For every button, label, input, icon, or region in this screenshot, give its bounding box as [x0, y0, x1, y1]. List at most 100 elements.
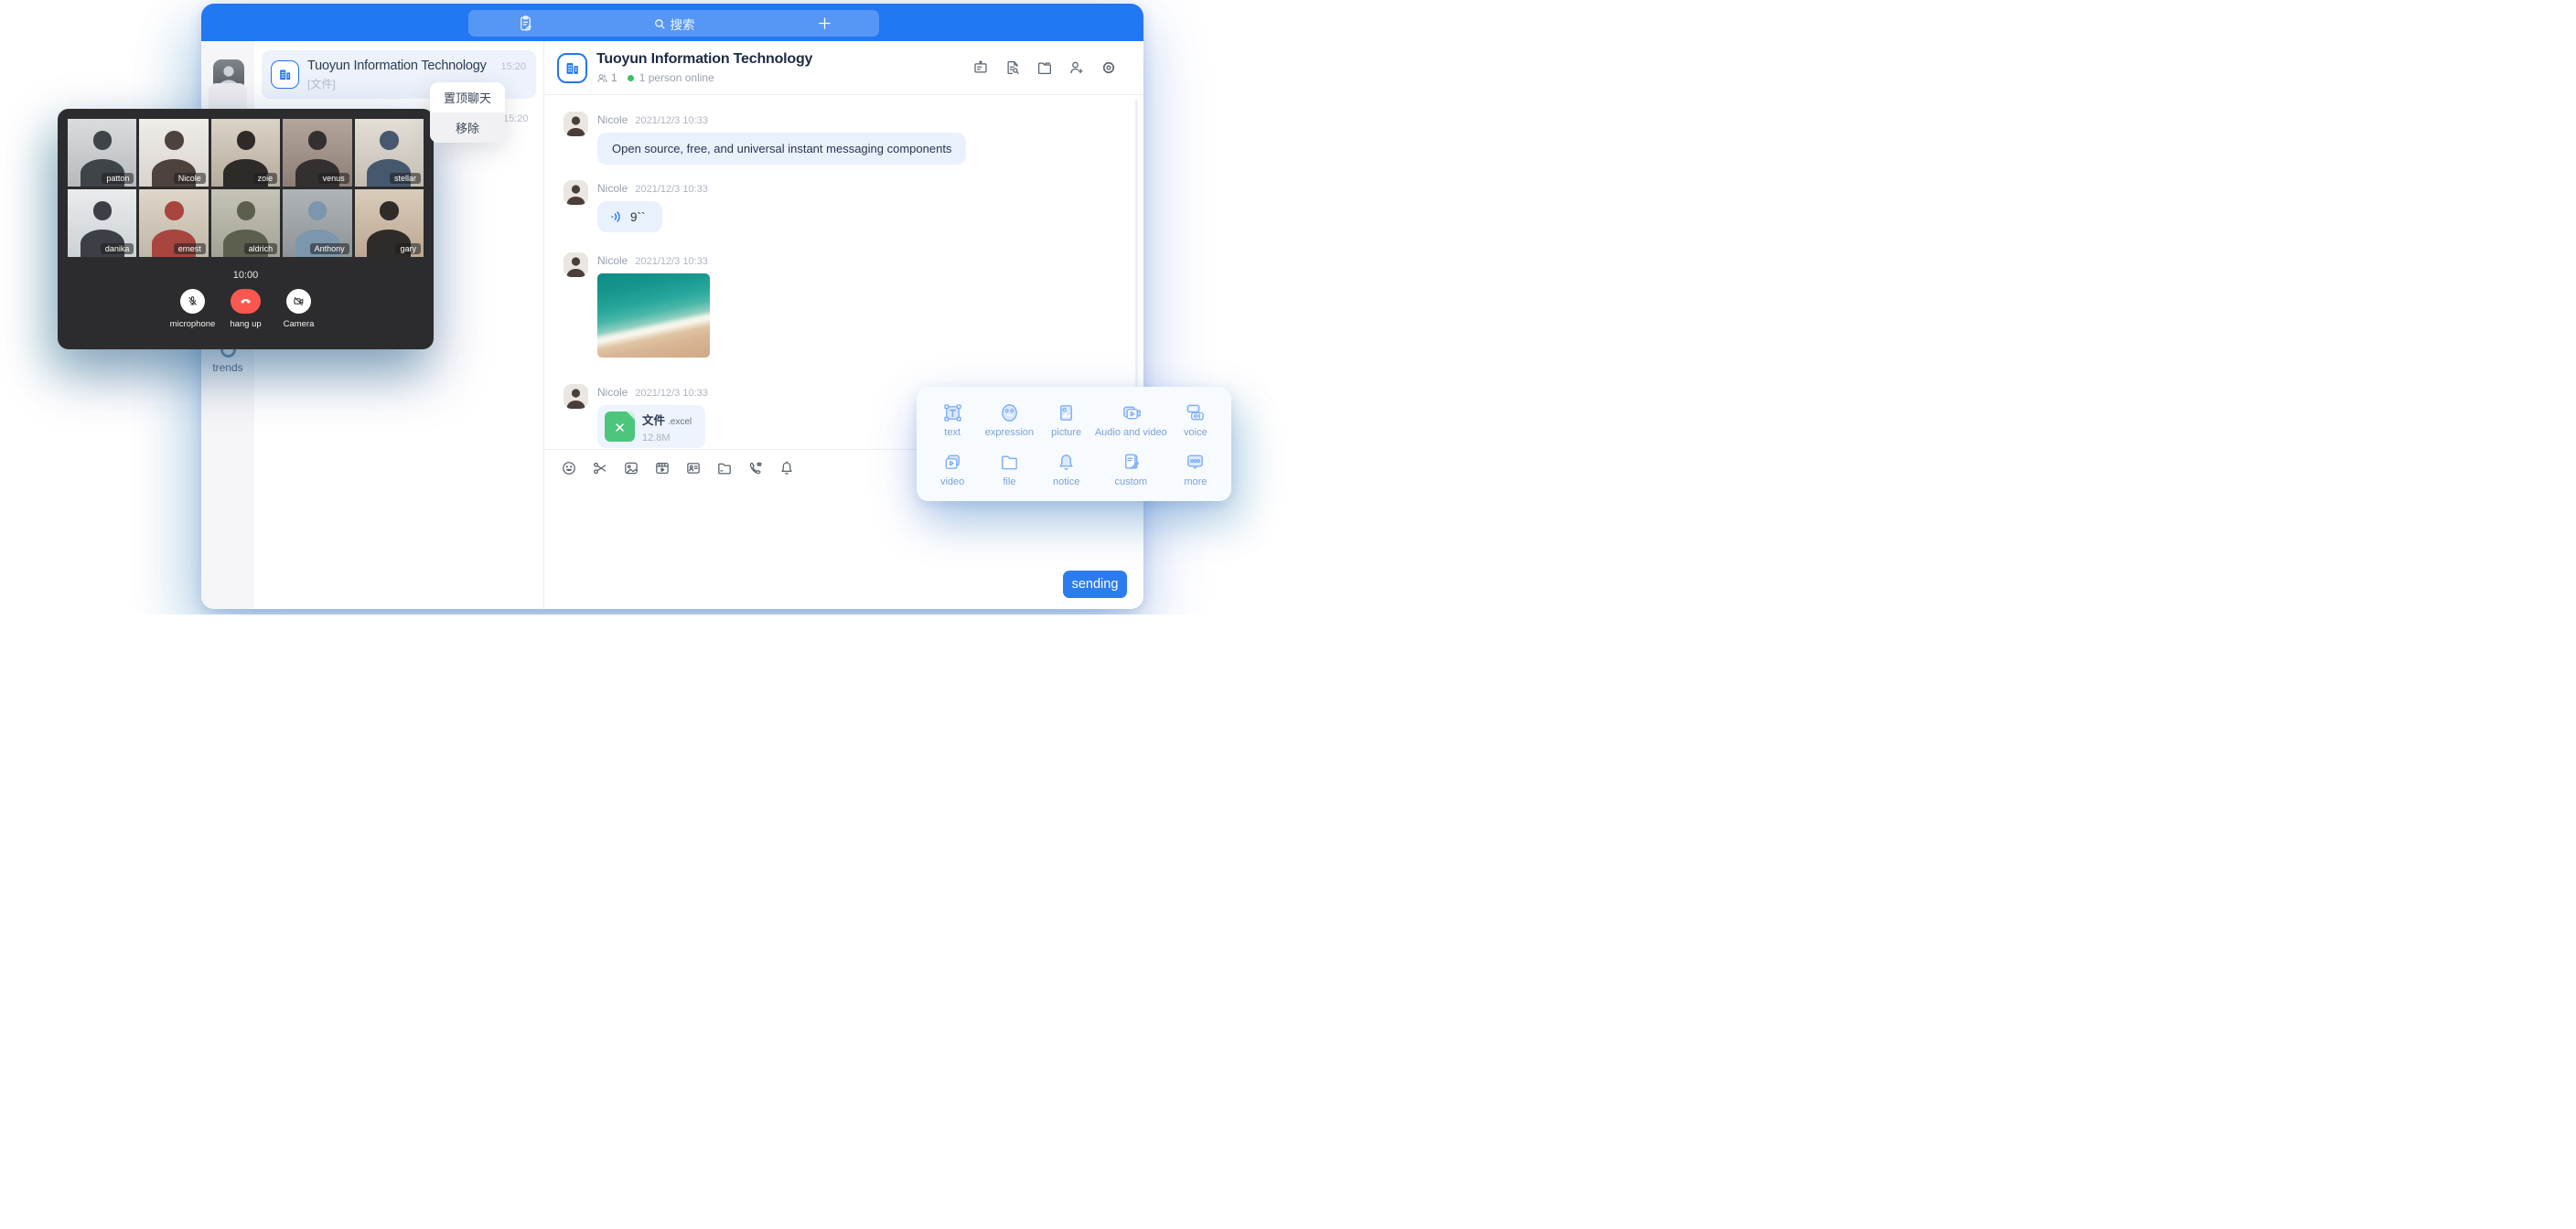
video-tile[interactable]: Nicole — [139, 119, 208, 187]
voice-icon — [1185, 402, 1206, 423]
video-tile[interactable]: patton — [68, 119, 136, 187]
announcement-icon[interactable] — [972, 59, 989, 76]
top-bar: 搜索 — [201, 4, 1143, 41]
contact-card-icon[interactable] — [685, 460, 702, 476]
file-search-icon[interactable] — [1004, 59, 1021, 76]
video-tile[interactable]: danika — [68, 189, 136, 257]
participant-name: patton — [102, 173, 134, 184]
menu-item-remove[interactable]: 移除 — [430, 112, 505, 143]
popup-item-text[interactable]: text — [924, 397, 981, 444]
sender-name: Nicole — [597, 254, 628, 267]
popup-item-notice[interactable]: notice — [1038, 447, 1095, 494]
microphone-control: microphone — [166, 289, 220, 329]
popup-label: expression — [985, 427, 1034, 438]
popup-item-expression[interactable]: expression — [981, 397, 1037, 444]
video-clapper-icon[interactable] — [654, 460, 671, 476]
text-icon — [942, 402, 963, 423]
popup-label: notice — [1053, 476, 1079, 487]
chat-header-info: Tuoyun Information Technology 1 1 person… — [596, 51, 812, 84]
popup-item-video[interactable]: video — [924, 447, 981, 494]
file-message-card[interactable]: ✕ 文件 .excel 12.8M — [597, 405, 705, 448]
settings-gear-icon[interactable] — [1100, 59, 1117, 76]
popup-item-more[interactable]: more — [1167, 447, 1224, 494]
video-tile[interactable]: Anthony — [283, 189, 351, 257]
video-tile[interactable]: ernest — [139, 189, 208, 257]
camera-toggle-button[interactable] — [286, 289, 311, 314]
message-text-content: Open source, free, and universal instant… — [597, 133, 966, 165]
add-member-icon[interactable] — [1068, 59, 1085, 76]
sender-avatar[interactable] — [564, 112, 588, 136]
microphone-label: microphone — [170, 319, 216, 329]
sender-avatar[interactable] — [564, 384, 588, 409]
conversation-time: 15:20 — [500, 61, 526, 72]
hang-up-icon — [239, 294, 252, 308]
video-call-icon[interactable] — [747, 460, 764, 476]
video-tile[interactable]: venus — [283, 119, 351, 187]
sender-name: Nicole — [597, 182, 628, 195]
popup-item-custom[interactable]: custom — [1095, 447, 1167, 494]
popup-item-file[interactable]: file — [981, 447, 1037, 494]
popup-label: picture — [1051, 427, 1081, 438]
emoji-icon[interactable] — [561, 460, 577, 476]
conversation-context-menu: 置顶聊天 移除 — [430, 82, 505, 143]
folder-icon[interactable] — [716, 460, 733, 476]
group-avatar — [271, 60, 299, 89]
sender-name: Nicole — [597, 113, 628, 126]
custom-doc-icon — [1121, 452, 1142, 473]
menu-item-pin-chat[interactable]: 置顶聊天 — [430, 82, 505, 112]
trends-label: trends — [201, 361, 254, 374]
page: 搜索 trends — [0, 0, 1288, 614]
group-file-icon[interactable] — [1036, 59, 1053, 76]
popup-item-audio-video[interactable]: Audio and video — [1095, 397, 1167, 444]
file-name: 文件 — [642, 411, 665, 428]
video-tile[interactable]: gary — [355, 189, 424, 257]
mic-off-icon — [187, 295, 199, 307]
search-placeholder: 搜索 — [671, 15, 695, 33]
message-image: Nicole 2021/12/3 10:33 — [564, 252, 1143, 358]
search-input[interactable]: 搜索 — [468, 10, 879, 37]
video-tile[interactable]: stellar — [355, 119, 424, 187]
picture-icon — [1056, 402, 1077, 423]
sender-name: Nicole — [597, 386, 628, 399]
video-tile[interactable]: zoie — [211, 119, 280, 187]
send-button[interactable]: sending — [1063, 571, 1127, 598]
camera-control: Camera — [273, 289, 326, 329]
online-dot — [628, 75, 634, 81]
screenshot-scissors-icon[interactable] — [592, 460, 608, 476]
text-bubble[interactable]: Open source, free, and universal instant… — [597, 133, 966, 165]
participant-name: Anthony — [310, 243, 349, 254]
video-call-window: patton Nicole zoie venus stellar danika … — [58, 109, 434, 349]
expression-icon — [999, 402, 1020, 423]
participant-name: Nicole — [174, 173, 206, 184]
popup-label: text — [944, 427, 961, 438]
participant-name: zoie — [253, 173, 278, 184]
chat-header-actions — [972, 59, 1143, 76]
beach-photo-message[interactable] — [597, 273, 710, 358]
voice-bubble[interactable]: 9`` — [597, 201, 662, 232]
building-icon — [277, 67, 293, 82]
hang-up-button[interactable] — [231, 289, 261, 314]
popup-item-picture[interactable]: picture — [1038, 397, 1095, 444]
hang-up-label: hang up — [230, 319, 261, 329]
popup-item-voice[interactable]: voice — [1167, 397, 1224, 444]
participant-name: aldrich — [244, 243, 278, 254]
chat-panel: Tuoyun Information Technology 1 1 person… — [544, 41, 1143, 609]
popup-label: custom — [1115, 476, 1147, 487]
notification-bell-icon[interactable] — [778, 460, 795, 476]
chat-title: Tuoyun Information Technology — [596, 51, 812, 68]
excel-file-icon: ✕ — [605, 411, 635, 442]
sender-avatar[interactable] — [564, 252, 588, 277]
popup-label: voice — [1184, 427, 1208, 438]
image-icon[interactable] — [623, 460, 639, 476]
conversation-time-2: 15:20 — [503, 113, 529, 124]
add-icon[interactable] — [817, 16, 832, 36]
camera-off-icon — [293, 295, 305, 307]
sender-avatar[interactable] — [564, 180, 588, 205]
conversation-title: Tuoyun Information Technology — [307, 59, 487, 73]
video-tile[interactable]: aldrich — [211, 189, 280, 257]
microphone-mute-button[interactable] — [180, 289, 205, 314]
online-status: 1 person online — [639, 71, 714, 84]
voice-wave-icon — [609, 209, 624, 224]
call-controls: microphone hang up Camera — [68, 289, 424, 329]
file-extension: .excel — [668, 417, 692, 427]
